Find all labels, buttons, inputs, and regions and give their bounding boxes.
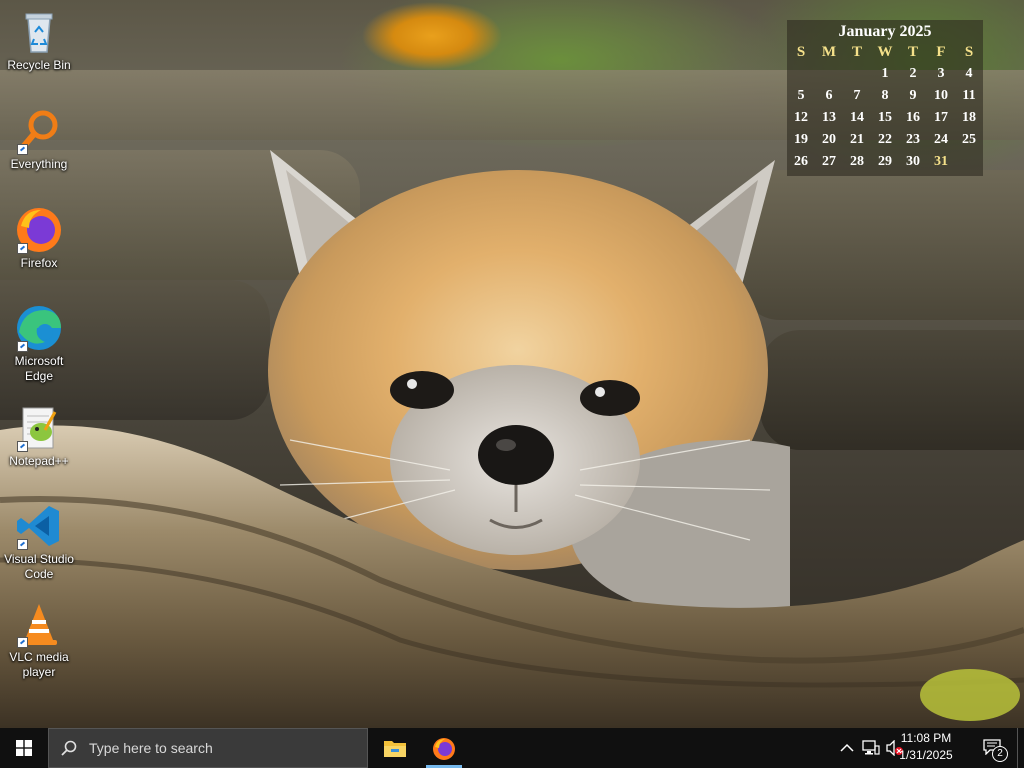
calendar-day: 16 (906, 110, 920, 125)
windows-logo-icon (16, 740, 32, 756)
calendar-day-empty (787, 63, 815, 85)
calendar-day: 31 (934, 154, 948, 169)
network-icon[interactable] (862, 740, 880, 756)
recycle-bin-icon (15, 8, 63, 56)
weekday-tue: T (851, 44, 862, 60)
firefox-icon (433, 738, 455, 760)
log-foreground (0, 425, 1024, 728)
calendar-day: 3 (937, 66, 945, 81)
recycle-bin-label: Recycle Bin (7, 58, 71, 72)
calendar-day: 1 (881, 66, 889, 81)
shortcut-arrow-icon (17, 441, 28, 452)
desktop-icon-everything[interactable]: Everything (0, 103, 78, 172)
shortcut-arrow-icon (17, 341, 28, 352)
calendar-day-empty (955, 151, 983, 173)
calendar-day: 19 (794, 132, 808, 147)
desktop-icon-microsoft-edge[interactable]: Microsoft Edge (0, 300, 78, 384)
calendar-day: 27 (822, 154, 836, 169)
calendar-widget: January 2025 S M T W T F S 1 2 3 4 5 6 7 8 9 10 11… (787, 20, 983, 176)
calendar-weekday-header: S M T W T F S (787, 41, 983, 63)
calendar-day: 7 (853, 88, 861, 103)
notification-count-badge: 2 (992, 746, 1008, 762)
calendar-day: 23 (906, 132, 920, 147)
calendar-day: 6 (825, 88, 833, 103)
everything-label: Everything (10, 157, 68, 171)
shortcut-arrow-icon (17, 539, 28, 550)
desktop-icon-recycle-bin[interactable]: Recycle Bin (0, 4, 78, 73)
taskbar-search-box[interactable]: Type here to search (48, 728, 368, 768)
calendar-day-empty (843, 63, 871, 85)
calendar-day: 15 (878, 110, 892, 125)
calendar-day: 20 (822, 132, 836, 147)
shortcut-arrow-icon (17, 243, 28, 254)
calendar-day: 9 (909, 88, 917, 103)
firefox-label: Firefox (20, 256, 58, 270)
calendar-day: 5 (797, 88, 805, 103)
microsoft-edge-icon (15, 304, 63, 352)
notepad-plus-plus-icon (15, 404, 63, 452)
start-button[interactable] (0, 728, 48, 768)
microsoft-edge-label: Microsoft Edge (14, 354, 64, 383)
notepad-plus-plus-label: Notepad++ (9, 454, 69, 468)
vlc-cone-icon (15, 600, 63, 648)
firefox-icon (15, 206, 63, 254)
vlc-media-player-label: VLC media player (9, 650, 69, 679)
everything-search-icon (15, 107, 63, 155)
calendar-day: 4 (965, 66, 973, 81)
show-hidden-icons-chevron-up-icon[interactable] (840, 742, 854, 754)
show-desktop-button[interactable] (1017, 728, 1024, 768)
calendar-day: 10 (934, 88, 948, 103)
clock-time[interactable]: 11:08 PM (886, 731, 966, 745)
calendar-day: 26 (794, 154, 808, 169)
calendar-day: 2 (909, 66, 917, 81)
taskbar: Type here to search 11:08 PM 1/31/2025 2 (0, 728, 1024, 768)
calendar-day: 18 (962, 110, 976, 125)
visual-studio-code-label: Visual Studio Code (4, 552, 74, 581)
weekday-fri: F (936, 44, 946, 60)
shortcut-arrow-icon (17, 637, 28, 648)
taskbar-firefox[interactable] (420, 728, 468, 768)
calendar-days-grid: 1 2 3 4 5 6 7 8 9 10 11 12 13 14 15 16 17 18 19 20 21 22 23 24 2… (787, 63, 983, 173)
weekday-wed: W (877, 44, 893, 60)
calendar-day: 14 (850, 110, 864, 125)
visual-studio-code-icon (15, 502, 63, 550)
weekday-sat: S (964, 44, 974, 60)
weekday-mon: M (821, 44, 837, 60)
calendar-day: 30 (906, 154, 920, 169)
file-explorer-icon (384, 741, 406, 757)
calendar-day: 13 (822, 110, 836, 125)
clock-date[interactable]: 1/31/2025 (886, 748, 966, 762)
calendar-month-title: January 2025 (838, 23, 932, 40)
calendar-day: 29 (878, 154, 892, 169)
desktop-icon-visual-studio-code[interactable]: Visual Studio Code (0, 498, 78, 582)
desktop-icon-vlc-media-player[interactable]: VLC media player (0, 596, 78, 680)
calendar-day: 22 (878, 132, 892, 147)
weekday-thu: T (907, 44, 918, 60)
desktop-icon-notepad-plus-plus[interactable]: Notepad++ (0, 400, 78, 469)
calendar-day: 17 (934, 110, 948, 125)
calendar-day: 25 (962, 132, 976, 147)
search-icon (61, 740, 77, 756)
calendar-day: 24 (934, 132, 948, 147)
calendar-day: 12 (794, 110, 808, 125)
calendar-day: 11 (962, 88, 976, 103)
taskbar-file-explorer[interactable] (371, 728, 419, 768)
calendar-day: 21 (850, 132, 864, 147)
search-placeholder: Type here to search (89, 740, 213, 756)
calendar-day: 28 (850, 154, 864, 169)
calendar-day: 8 (881, 88, 889, 103)
action-center-button[interactable]: 2 (978, 728, 1012, 768)
desktop-icon-firefox[interactable]: Firefox (0, 202, 78, 271)
weekday-sun: S (796, 44, 806, 60)
shortcut-arrow-icon (17, 144, 28, 155)
calendar-day-empty (815, 63, 843, 85)
